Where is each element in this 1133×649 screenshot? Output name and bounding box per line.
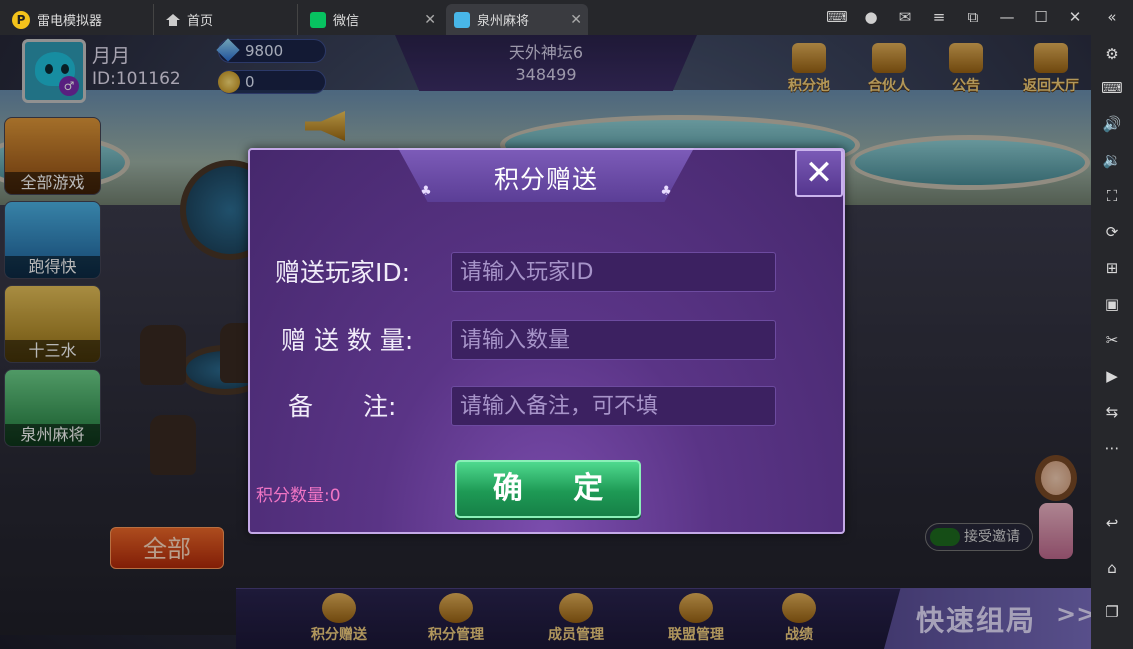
tab-home[interactable]: 首页	[158, 4, 298, 35]
more-icon[interactable]: ⋯	[1101, 437, 1123, 459]
gamepad-icon[interactable]: ⌨	[826, 8, 848, 26]
collapse-sidebar-icon[interactable]: «	[1102, 8, 1122, 26]
points-gift-dialog: 积分赠送 ♣ ♣ ✕ 赠送玩家ID: 赠 送 数 量: 备 注: 积分数量:0 …	[248, 148, 845, 534]
tab-label: 雷电模拟器	[37, 14, 103, 29]
scissors-icon[interactable]: ✂	[1101, 329, 1123, 351]
ldplayer-logo-icon: P	[12, 10, 30, 29]
minimize-icon[interactable]: —	[997, 8, 1017, 26]
game-screen: ♂ 月月 ID:101162 9800 0 天外神坛6 348499 积分池 合…	[0, 35, 1091, 649]
add-window-icon[interactable]: ⊞	[1101, 257, 1123, 279]
mail-icon[interactable]: ✉	[895, 8, 915, 26]
player-id-input[interactable]	[451, 252, 776, 292]
home-icon[interactable]: ⌂	[1101, 557, 1123, 579]
account-icon[interactable]: ●	[861, 8, 881, 26]
tab-label: 首页	[187, 14, 214, 29]
title-bar: P 雷电模拟器 首页 微信 ✕ 泉州麻将 ✕ ⌨ ● ✉ ≡ ⧉ — ☐ ✕ «	[0, 0, 1133, 35]
game-icon	[454, 11, 470, 28]
points-balance: 积分数量:0	[256, 486, 341, 506]
close-tab-icon[interactable]: ✕	[424, 12, 436, 28]
close-icon: ✕	[804, 153, 834, 193]
keyboard-icon[interactable]: ⌨	[1101, 77, 1123, 99]
settings-icon[interactable]: ⚙	[1101, 43, 1123, 65]
emulator-sidebar: ⚙ ⌨ 🔊 🔉 ⛶ ⟳ ⊞ ▣ ✂ ▶ ⇆ ⋯ ↩ ⌂ ❐	[1091, 35, 1133, 649]
back-icon[interactable]: ↩	[1101, 512, 1123, 534]
home-icon	[166, 13, 180, 26]
dialog-title-banner: 积分赠送 ♣ ♣	[398, 148, 694, 202]
club-icon: ♣	[420, 184, 432, 199]
tab-label: 微信	[333, 14, 360, 29]
restore-icon[interactable]: ⧉	[963, 8, 983, 26]
switch-icon[interactable]: ⇆	[1101, 401, 1123, 423]
tab-ldplayer[interactable]: P 雷电模拟器	[4, 4, 154, 35]
confirm-button[interactable]: 确 定	[455, 460, 641, 518]
maximize-icon[interactable]: ☐	[1031, 8, 1051, 26]
amount-label: 赠 送 数 量:	[281, 326, 414, 355]
close-button[interactable]: ✕	[795, 149, 843, 197]
fullscreen-icon[interactable]: ⛶	[1101, 185, 1123, 207]
tab-game[interactable]: 泉州麻将 ✕	[446, 4, 588, 35]
video-record-icon[interactable]: ▶	[1101, 365, 1123, 387]
emulator-window: P 雷电模拟器 首页 微信 ✕ 泉州麻将 ✕ ⌨ ● ✉ ≡ ⧉ — ☐ ✕ «	[0, 0, 1133, 649]
tab-wechat[interactable]: 微信 ✕	[302, 4, 442, 35]
close-window-icon[interactable]: ✕	[1065, 8, 1085, 26]
close-tab-icon[interactable]: ✕	[570, 12, 582, 28]
menu-icon[interactable]: ≡	[929, 8, 949, 26]
player-id-label: 赠送玩家ID:	[275, 258, 411, 287]
amount-input[interactable]	[451, 320, 776, 360]
note-input[interactable]	[451, 386, 776, 426]
recent-apps-icon[interactable]: ❐	[1101, 601, 1123, 623]
tab-label: 泉州麻将	[477, 14, 530, 29]
apk-install-icon[interactable]: ▣	[1101, 293, 1123, 315]
note-label: 备 注:	[288, 392, 397, 421]
club-icon: ♣	[660, 184, 672, 199]
volume-down-icon[interactable]: 🔉	[1101, 149, 1123, 171]
volume-up-icon[interactable]: 🔊	[1101, 113, 1123, 135]
wechat-icon	[310, 11, 326, 28]
dialog-title: 积分赠送	[493, 165, 598, 194]
sync-icon[interactable]: ⟳	[1101, 221, 1123, 243]
